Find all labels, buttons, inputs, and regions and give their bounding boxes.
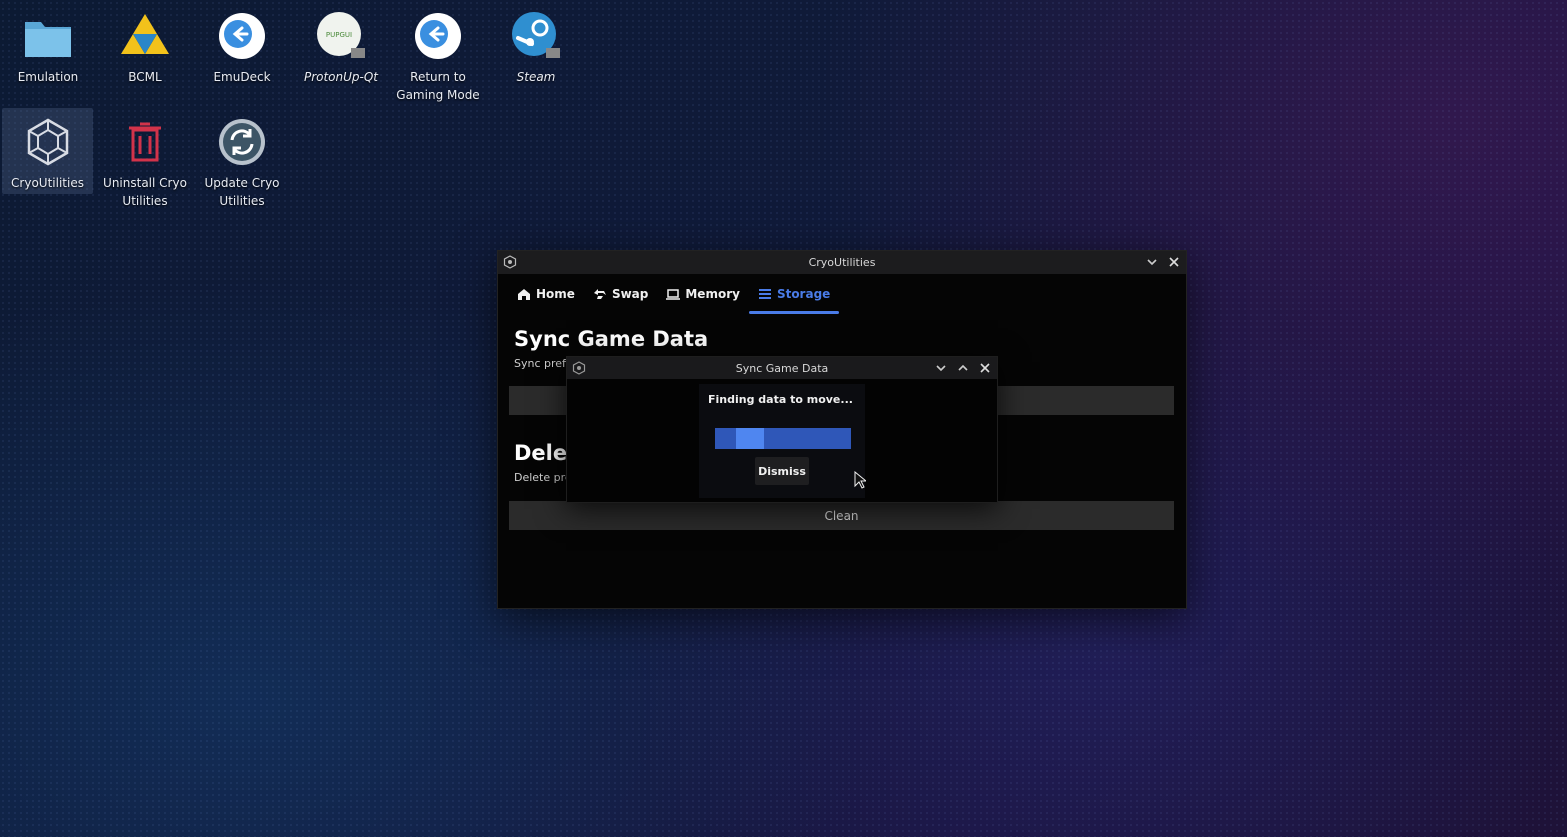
steam-icon: [512, 12, 560, 58]
sync-heading: Sync Game Data: [514, 327, 709, 351]
return-icon: [415, 13, 461, 59]
chevron-down-icon: [936, 364, 946, 371]
refresh-icon: [219, 119, 265, 165]
tab-home[interactable]: Home: [508, 274, 584, 314]
progress-indicator: [736, 428, 764, 449]
desktop-icon-emudeck[interactable]: EmuDeck: [194, 2, 290, 86]
app-logo-icon: [572, 361, 586, 375]
desktop-icon-label: Steam: [516, 70, 556, 84]
window-title: CryoUtilities: [808, 256, 876, 269]
desktop-icon-label: CryoUtilities: [11, 176, 84, 190]
memory-icon: [666, 289, 681, 300]
dialog-minimize-button[interactable]: [935, 362, 947, 376]
desktop-icon-emulation[interactable]: Emulation: [0, 2, 96, 86]
mouse-cursor-icon: [854, 471, 866, 489]
desktop-icon-label: EmuDeck: [213, 70, 271, 84]
dialog-close-button[interactable]: [979, 362, 991, 376]
desktop-icon-uninstall-cryo[interactable]: Uninstall Cryo Utilities: [97, 108, 193, 210]
dialog-titlebar[interactable]: Sync Game Data: [567, 357, 997, 379]
desktop-icon-update-cryo[interactable]: Update Cryo Utilities: [194, 108, 290, 210]
tab-memory[interactable]: Memory: [657, 274, 749, 314]
tab-label: Swap: [611, 287, 649, 301]
status-text: Finding data to move...: [708, 393, 853, 406]
desktop-icon-label-line1: Return to: [410, 70, 466, 84]
tab-swap[interactable]: Swap: [584, 274, 657, 314]
minimize-button[interactable]: [1146, 256, 1158, 270]
desktop-icon-label-line1: Uninstall Cryo: [103, 176, 187, 190]
svg-text:PUPGUI: PUPGUI: [326, 31, 352, 39]
trash-icon: [129, 122, 161, 162]
desktop-icon-return-gaming-mode[interactable]: Return to Gaming Mode: [390, 2, 486, 104]
desktop-icon-label: BCML: [128, 70, 162, 84]
tab-label: Memory: [685, 287, 740, 301]
dialog-title: Sync Game Data: [735, 361, 829, 375]
chevron-up-icon: [958, 364, 968, 371]
emudeck-icon: [219, 13, 265, 59]
desktop-icon-label-line1: Update Cryo: [204, 176, 280, 190]
tab-label: Home: [536, 287, 575, 301]
close-icon: [980, 362, 990, 373]
sync-dialog: Sync Game Data Finding data to move... D…: [566, 356, 998, 503]
home-icon: [518, 289, 530, 300]
desktop-icon-label: ProtonUp-Qt: [303, 70, 379, 84]
dialog-maximize-button[interactable]: [957, 362, 969, 376]
chevron-down-icon: [1147, 258, 1157, 265]
dismiss-button[interactable]: Dismiss: [755, 457, 809, 485]
clean-button[interactable]: Clean: [509, 501, 1174, 530]
tab-label: Storage: [776, 287, 831, 301]
desktop-icon-label-line2: Utilities: [122, 194, 168, 208]
window-titlebar[interactable]: CryoUtilities: [498, 251, 1186, 274]
desktop-icon-steam[interactable]: Steam: [488, 2, 584, 86]
close-button[interactable]: [1168, 256, 1180, 270]
tab-storage[interactable]: Storage: [748, 274, 840, 314]
desktop-icon-label: Emulation: [17, 70, 79, 84]
desktop-icon-bcml[interactable]: BCML: [97, 2, 193, 86]
close-icon: [1169, 256, 1179, 267]
desktop-icon-label-line2: Gaming Mode: [396, 88, 480, 102]
progress-panel: Finding data to move... Dismiss: [699, 384, 865, 498]
cryo-hex-icon: [27, 118, 68, 166]
folder-icon: [25, 22, 71, 57]
swap-icon: [593, 289, 606, 299]
desktop-icon-cryoutilities[interactable]: CryoUtilities: [2, 108, 93, 194]
protonup-icon: PUPGUI: [317, 12, 365, 58]
desktop-icon-protonup[interactable]: PUPGUI ProtonUp-Qt: [293, 2, 389, 86]
tab-bar: Home Swap Memory Storage: [498, 274, 1186, 314]
app-logo-icon: [503, 255, 517, 269]
desktop-icon-label-line2: Utilities: [219, 194, 265, 208]
storage-icon: [758, 289, 771, 299]
delete-description: Delete pre: [514, 471, 572, 484]
triforce-icon: [121, 14, 169, 54]
progress-bar: [715, 428, 851, 449]
